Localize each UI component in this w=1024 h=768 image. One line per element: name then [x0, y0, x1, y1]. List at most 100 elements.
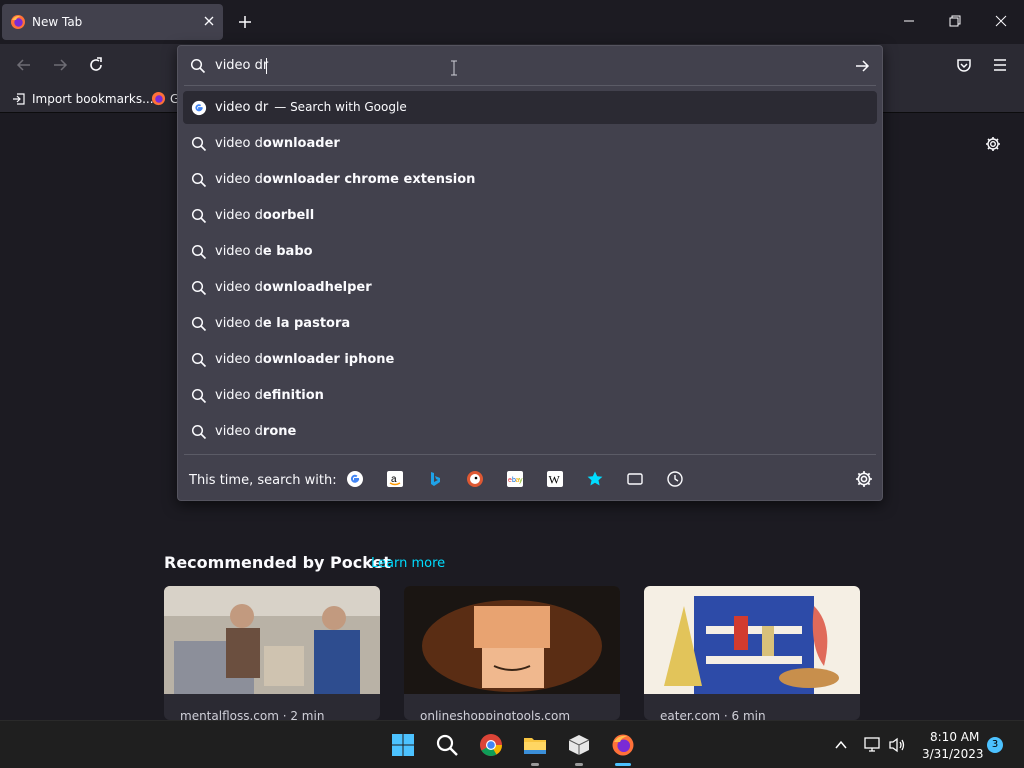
chrome-icon[interactable]	[479, 733, 503, 757]
suggestion-prefix: video d	[215, 136, 263, 151]
firefox-bookmark-icon	[151, 91, 166, 106]
pocket-card-image	[404, 586, 620, 694]
pocket-icon[interactable]	[956, 57, 972, 73]
suggestion-completion: ownloader chrome extension	[262, 172, 476, 187]
wikipedia-icon[interactable]: W	[546, 470, 564, 488]
running-app-indicator	[575, 763, 583, 766]
search-icon	[191, 280, 207, 296]
bing-icon[interactable]	[426, 470, 444, 488]
pocket-card[interactable]: mentalfloss.com · 2 min	[164, 586, 380, 720]
taskbar-search-icon[interactable]	[435, 733, 459, 757]
divider	[184, 454, 876, 455]
suggestion-row[interactable]: video dr — Search with Google	[183, 91, 877, 124]
network-icon[interactable]	[864, 736, 882, 754]
firefox-taskbar-icon[interactable]	[611, 733, 635, 757]
suggestion-completion: efinition	[262, 388, 324, 403]
suggestion-text: video downloader chrome extension	[215, 172, 475, 187]
url-input[interactable]: video dr	[178, 46, 882, 86]
search-icon	[191, 424, 207, 440]
pocket-card-image	[644, 586, 860, 694]
duckduckgo-icon[interactable]	[466, 470, 484, 488]
suggestion-text: video downloadhelper	[215, 280, 372, 295]
divider	[184, 85, 876, 86]
suggestion-prefix: video d	[215, 424, 263, 439]
windows-start-icon[interactable]	[391, 733, 415, 757]
suggestion-text: video dr — Search with Google	[215, 100, 407, 115]
search-icon	[191, 208, 207, 224]
bookmark-import[interactable]: Import bookmarks...	[32, 92, 154, 106]
hamburger-menu-icon[interactable]	[992, 57, 1008, 73]
restore-icon[interactable]	[948, 14, 962, 28]
svg-text:W: W	[549, 473, 561, 487]
suggestion-row[interactable]: video doorbell	[183, 199, 877, 232]
settings-gear-icon[interactable]	[985, 136, 1001, 152]
pocket-card-source: eater.com · 6 min	[660, 709, 766, 720]
suggestion-text: video drone	[215, 424, 296, 439]
new-tab-plus-icon[interactable]	[237, 14, 253, 30]
minimize-icon[interactable]	[902, 14, 916, 28]
suggestion-prefix: video d	[215, 388, 263, 403]
firefox-logo-icon	[10, 14, 26, 30]
suggestion-prefix: video d	[215, 280, 263, 295]
suggestion-prefix: video dr	[215, 100, 269, 115]
search-with-label: This time, search with:	[189, 473, 337, 488]
search-icon	[191, 316, 207, 332]
google-icon[interactable]	[346, 470, 364, 488]
amazon-icon[interactable]: a	[386, 470, 404, 488]
suggestion-row[interactable]: video de la pastora	[183, 307, 877, 340]
chevron-up-icon[interactable]	[834, 738, 848, 752]
text-caret	[266, 58, 267, 74]
clock-time[interactable]: 8:10 AM	[930, 730, 979, 744]
pocket-card-image	[164, 586, 380, 694]
file-explorer-icon[interactable]	[523, 733, 547, 757]
suggestion-completion: e la pastora	[262, 316, 351, 331]
suggestion-row[interactable]: video drone	[183, 415, 877, 448]
search-icon	[191, 388, 207, 404]
active-app-indicator	[615, 763, 631, 766]
tab-title: New Tab	[32, 15, 83, 29]
suggestion-row[interactable]: video downloader iphone	[183, 343, 877, 376]
search-icon	[191, 244, 207, 260]
forward-arrow-icon[interactable]	[52, 57, 68, 73]
package-app-icon[interactable]	[567, 733, 591, 757]
suggestion-row[interactable]: video de babo	[183, 235, 877, 268]
notification-badge[interactable]: 3	[987, 737, 1003, 753]
ebay-icon[interactable]: ebay	[506, 470, 524, 488]
text-cursor-icon	[450, 60, 458, 76]
suggestion-action-text: — Search with Google	[274, 100, 407, 114]
bookmarks-star-icon[interactable]	[586, 470, 604, 488]
suggestion-completion: ownloadhelper	[262, 280, 372, 295]
suggestion-prefix: video d	[215, 208, 263, 223]
suggestion-text: video downloader iphone	[215, 352, 394, 367]
clock-date[interactable]: 3/31/2023	[922, 747, 984, 761]
suggestion-row[interactable]: video downloader	[183, 127, 877, 160]
pocket-card[interactable]: eater.com · 6 min	[644, 586, 860, 720]
pocket-learn-more-link[interactable]: Learn more	[371, 556, 445, 571]
search-icon	[191, 172, 207, 188]
suggestion-completion: ownloader	[262, 136, 340, 151]
volume-icon[interactable]	[888, 736, 906, 754]
go-arrow-icon[interactable]	[854, 58, 870, 74]
search-icon	[191, 136, 207, 152]
svg-text:y: y	[519, 477, 523, 484]
suggestion-prefix: video d	[215, 244, 263, 259]
search-icon	[191, 352, 207, 368]
close-tab-icon[interactable]	[203, 15, 215, 27]
suggestion-row[interactable]: video definition	[183, 379, 877, 412]
reload-icon[interactable]	[88, 57, 104, 73]
search-settings-gear-icon[interactable]	[855, 470, 873, 488]
back-arrow-icon[interactable]	[16, 57, 32, 73]
suggestion-prefix: video d	[215, 316, 263, 331]
close-window-icon[interactable]	[994, 14, 1008, 28]
suggestion-text: video downloader	[215, 136, 340, 151]
history-icon[interactable]	[666, 470, 684, 488]
pocket-card[interactable]: onlineshoppingtools.com	[404, 586, 620, 720]
tab-new-tab[interactable]: New Tab	[2, 4, 223, 40]
pocket-heading: Recommended by Pocket	[164, 553, 391, 572]
tabs-icon[interactable]	[626, 470, 644, 488]
suggestion-completion: rone	[262, 424, 297, 439]
suggestion-row[interactable]: video downloadhelper	[183, 271, 877, 304]
suggestion-completion: oorbell	[262, 208, 315, 223]
running-app-indicator	[531, 763, 539, 766]
suggestion-row[interactable]: video downloader chrome extension	[183, 163, 877, 196]
